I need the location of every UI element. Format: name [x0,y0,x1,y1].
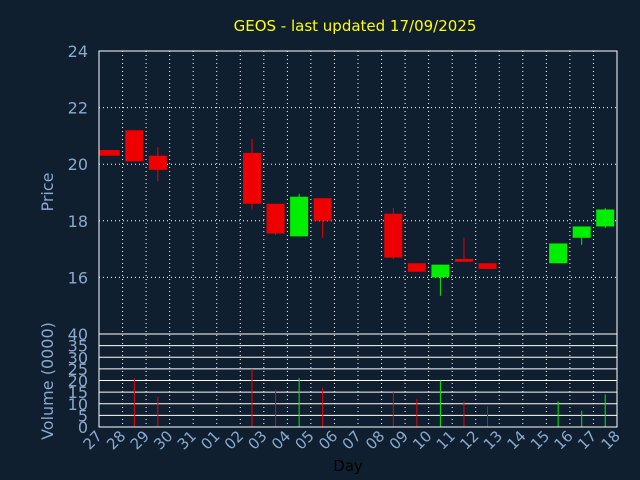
x-tick-label: 03 [244,427,270,453]
candle-body [290,196,309,237]
x-tick-label: 30 [150,427,176,453]
x-tick-label: 02 [221,427,247,453]
x-tick-label: 16 [551,427,577,453]
candle-body [384,213,403,258]
chart-title: GEOS - last updated 17/09/2025 [234,17,477,35]
x-tick-label: 18 [598,427,624,453]
x-tick-label: 12 [456,427,482,453]
x-tick-label: 07 [339,427,365,453]
candle-body [549,243,568,264]
candle-body [125,130,144,162]
x-tick-label: 13 [480,427,506,453]
x-tick-label: 11 [433,427,459,453]
x-tick-label: 31 [174,427,200,453]
candle-body [572,226,591,238]
x-axis-label: Day [333,457,363,475]
candle-body [243,152,262,204]
x-tick-label: 04 [268,427,294,453]
x-tick-labels: 2728293031010203040506070809101112131415… [80,427,624,453]
x-tick-label: 08 [362,427,388,453]
x-tick-label: 10 [409,427,435,453]
y-tick-labels: 24222018164035302520151050 [68,42,88,437]
candle-body [431,264,450,278]
x-tick-label: 29 [127,427,153,453]
candle-body [478,263,497,269]
x-tick-label: 05 [292,427,318,453]
price-tick-label: 22 [68,99,88,118]
volume-bars [133,368,606,427]
volume-axis-label: Volume (0000) [38,322,57,440]
price-axis-label: Price [38,172,57,211]
price-tick-label: 18 [68,212,88,231]
x-tick-label: 09 [386,427,412,453]
stock-chart: GEOS - last updated 17/09/2025 242220181… [38,17,624,475]
price-tick-label: 24 [68,42,88,61]
x-tick-label: 06 [315,427,341,453]
candle-body [99,150,120,156]
x-tick-label: 15 [527,427,553,453]
candle-body [454,259,473,262]
price-tick-label: 20 [68,155,88,174]
candle-body [596,209,615,227]
x-tick-label: 17 [574,427,600,453]
x-tick-label: 01 [197,427,223,453]
x-tick-label: 28 [103,427,129,453]
grid-lines [98,50,618,427]
price-tick-label: 16 [68,268,88,287]
candle-body [313,198,332,221]
candle-body [407,263,426,272]
x-tick-label: 14 [503,427,529,453]
candlesticks [99,130,615,296]
candle-body [266,203,285,234]
candle-body [148,155,167,170]
